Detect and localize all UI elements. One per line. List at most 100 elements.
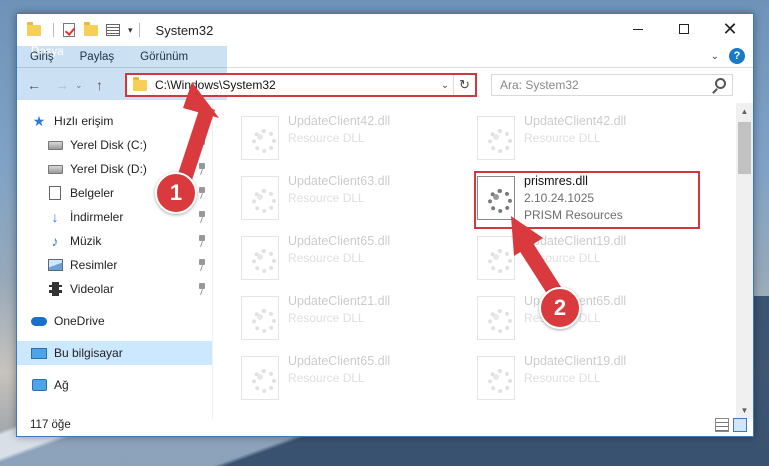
file-item[interactable]: UpdateClient63.dll Resource DLL (241, 173, 451, 227)
dll-file-icon (477, 236, 515, 280)
file-description: Resource DLL (288, 191, 365, 205)
star-icon: ★ (32, 112, 46, 129)
file-description: Resource DLL (288, 371, 365, 385)
item-count: 117 öğe (30, 419, 71, 431)
file-item[interactable]: UpdateClient65.dll Resource DLL (241, 353, 451, 407)
folder-icon (133, 76, 147, 91)
sidebar-item-network[interactable]: Ağ (17, 373, 212, 397)
address-dropdown-chevron-icon[interactable]: ⌄ (437, 80, 453, 91)
dll-file-icon (241, 236, 279, 280)
file-item[interactable]: UpdateClient65.dllResource DLL (477, 293, 687, 347)
recent-locations-chevron-icon[interactable]: ⌄ (75, 80, 83, 91)
dll-file-icon (477, 356, 515, 400)
tiles-view-icon[interactable] (733, 418, 747, 432)
maximize-button[interactable] (661, 14, 707, 44)
file-item[interactable]: UpdateClient19.dll Resource DLL (477, 233, 687, 287)
pictures-icon (47, 258, 63, 272)
file-name: UpdateClient19.dll (524, 234, 627, 248)
file-item[interactable]: UpdateClient65.dllResource DLL (241, 233, 451, 287)
sidebar-item-label: Belgeler (70, 186, 115, 200)
pin-icon[interactable] (198, 283, 206, 295)
expand-ribbon-chevron-icon[interactable]: ⌄ (711, 51, 719, 62)
forward-arrow-icon[interactable]: → (51, 77, 73, 93)
navigation-pane: ★ Hızlı erişim Yerel Disk (C:) Yerel Dis… (17, 103, 213, 419)
sidebar-item-label: Ağ (54, 378, 69, 392)
sidebar-item-label: Videolar (70, 282, 114, 296)
sidebar-item-label: Hızlı erişim (54, 114, 114, 128)
help-icon[interactable]: ? (729, 48, 745, 64)
dll-file-icon (241, 176, 279, 220)
minimize-icon (633, 28, 643, 30)
file-description: Resource DLL (524, 131, 601, 145)
quick-access-toolbar: ▾ (17, 14, 146, 46)
pin-icon[interactable] (198, 139, 206, 151)
sidebar-item-label: Müzik (70, 234, 102, 248)
sidebar-item-videos[interactable]: Videolar (17, 277, 212, 301)
scroll-up-arrow-icon[interactable]: ▲ (736, 103, 753, 120)
folder-icon[interactable] (25, 21, 43, 39)
file-description: Resource DLL (288, 131, 365, 145)
details-view-icon[interactable] (715, 418, 729, 432)
properties-icon[interactable] (104, 21, 122, 39)
close-button[interactable]: ✕ (707, 14, 753, 44)
drive-icon (47, 162, 63, 176)
file-name: UpdateClient42.dll (524, 114, 627, 128)
pin-icon[interactable] (198, 235, 206, 247)
pin-icon[interactable] (198, 259, 206, 271)
file-description: Resource DLL (524, 371, 601, 385)
separator (53, 23, 54, 37)
file-item[interactable]: UpdateClient21.dll Resource DLL (241, 293, 451, 347)
file-name: UpdateClient65.dll (288, 234, 391, 248)
sidebar-item-music[interactable]: ♪ Müzik (17, 229, 212, 253)
music-icon: ♪ (51, 233, 59, 249)
sidebar-item-label: Bu bilgisayar (54, 346, 123, 360)
vertical-scrollbar[interactable]: ▲ ▼ (736, 103, 753, 419)
pin-icon[interactable] (198, 163, 206, 175)
download-icon: ↓ (51, 209, 59, 225)
status-bar: 117 öğe (17, 414, 753, 436)
file-description: Resource DLL (288, 311, 365, 325)
dll-file-icon (241, 356, 279, 400)
address-bar[interactable]: C:\Windows\System32 ⌄ ↻ (125, 73, 477, 97)
sidebar-item-pictures[interactable]: Resimler (17, 253, 212, 277)
file-item[interactable]: UpdateClient42.dll Resource DLL (241, 113, 451, 167)
sidebar-item-quick-access[interactable]: ★ Hızlı erişim (17, 109, 212, 133)
new-folder-icon[interactable] (82, 21, 100, 39)
file-name: UpdateClient19.dll (524, 354, 627, 368)
highlight-box (474, 171, 700, 229)
sidebar-item-onedrive[interactable]: OneDrive (17, 309, 212, 333)
cloud-icon (31, 314, 47, 328)
file-name: UpdateClient42.dll (288, 114, 391, 128)
minimize-button[interactable] (615, 14, 661, 44)
dll-file-icon (241, 296, 279, 340)
window-controls: ✕ (615, 14, 753, 44)
search-placeholder: Ara: System32 (500, 78, 579, 92)
file-name: UpdateClient65.dll (288, 354, 391, 368)
properties-check-icon[interactable] (60, 21, 78, 39)
address-path[interactable]: C:\Windows\System32 (155, 78, 437, 92)
search-input[interactable]: Ara: System32 (491, 74, 733, 96)
file-list: UpdateClient42.dll Resource DLL UpdateCli… (213, 103, 753, 419)
explorer-body: ★ Hızlı erişim Yerel Disk (C:) Yerel Dis… (17, 103, 753, 419)
dll-file-icon (477, 116, 515, 160)
file-name: UpdateClient63.dll (288, 174, 391, 188)
document-icon (47, 186, 63, 200)
ribbon-tabs: Dosya Giriş Paylaş Görünüm ⌄ ? (17, 46, 753, 100)
computer-icon (31, 346, 47, 360)
refresh-icon[interactable]: ↻ (453, 75, 475, 95)
close-icon: ✕ (722, 19, 738, 39)
file-item[interactable]: UpdateClient42.dll Resource DLL (477, 113, 687, 167)
scrollbar-thumb[interactable] (738, 122, 751, 174)
network-icon (31, 378, 47, 392)
pin-icon[interactable] (198, 211, 206, 223)
dll-file-icon (477, 296, 515, 340)
sidebar-item-local-disk-c[interactable]: Yerel Disk (C:) (17, 133, 212, 157)
navigation-bar: ← → ⌄ ↑ C:\Windows\System32 ⌄ ↻ Ara: Sys… (17, 68, 753, 102)
file-name: UpdateClient21.dll (288, 294, 391, 308)
back-arrow-icon[interactable]: ← (23, 77, 45, 93)
customize-toolbar-arrow-icon[interactable]: ▾ (128, 25, 133, 36)
file-item[interactable]: UpdateClient19.dll Resource DLL (477, 353, 687, 407)
up-arrow-icon[interactable]: ↑ (89, 77, 111, 93)
sidebar-item-this-pc[interactable]: Bu bilgisayar (17, 341, 212, 365)
pin-icon[interactable] (198, 187, 206, 199)
